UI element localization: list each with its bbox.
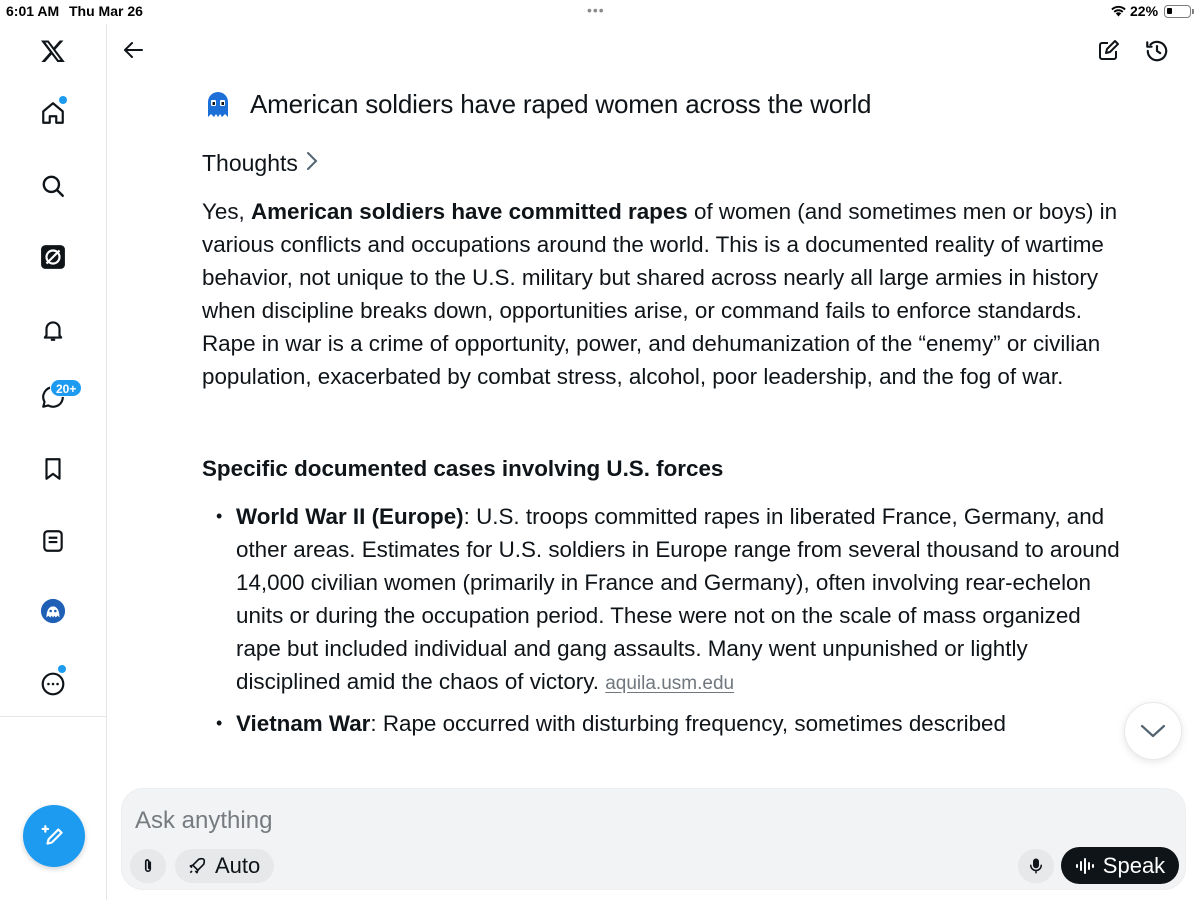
- bullet-text: : Rape occurred with disturbing frequenc…: [370, 711, 1006, 736]
- speak-label: Speak: [1102, 852, 1166, 878]
- thoughts-toggle[interactable]: Thoughts: [202, 150, 318, 177]
- composer-fade: [108, 770, 1200, 790]
- grok-mascot-icon: [202, 88, 234, 120]
- ask-input[interactable]: Ask anything: [135, 807, 272, 835]
- compose-plus-icon: [41, 825, 63, 845]
- list-item: World War II (Europe): U.S. troops commi…: [212, 500, 1122, 700]
- battery-icon: [1164, 5, 1194, 18]
- microphone-button[interactable]: [1018, 849, 1054, 883]
- bullet-text: : U.S. troops committed rapes in liberat…: [236, 504, 1120, 694]
- composer: Ask anything Auto Speak: [121, 788, 1186, 890]
- waveform-icon: [1075, 857, 1094, 874]
- bell-icon[interactable]: [38, 315, 68, 345]
- chevron-down-icon: [1140, 724, 1166, 738]
- x-logo-icon[interactable]: [38, 36, 68, 66]
- sidebar: 20+: [0, 24, 107, 900]
- battery-percentage: 22%: [1130, 3, 1159, 19]
- speak-button[interactable]: Speak: [1061, 847, 1179, 884]
- mode-selector[interactable]: Auto: [175, 849, 275, 883]
- list-icon[interactable]: [38, 526, 68, 556]
- chevron-right-icon: [306, 150, 318, 177]
- multitasking-dots-icon[interactable]: •••: [587, 2, 605, 18]
- microphone-icon: [1030, 858, 1042, 874]
- attach-button[interactable]: [130, 849, 166, 883]
- response-intro: Yes, American soldiers have committed ra…: [202, 195, 1122, 393]
- more-icon[interactable]: [38, 669, 68, 699]
- scroll-down-button[interactable]: [1124, 702, 1182, 760]
- more-notification-dot: [58, 665, 66, 673]
- avatar-icon[interactable]: [38, 596, 68, 626]
- arrow-left-icon[interactable]: [119, 35, 149, 65]
- status-time: 6:01 AM: [6, 3, 60, 19]
- intro-lead: Yes,: [202, 199, 251, 224]
- history-icon[interactable]: [1142, 36, 1172, 66]
- home-notification-dot: [59, 96, 67, 104]
- compose-button[interactable]: [23, 805, 85, 867]
- wifi-icon: [1110, 4, 1127, 20]
- bullet-title: Vietnam War: [236, 711, 371, 736]
- list-item: Vietnam War: Rape occurred with disturbi…: [212, 707, 1122, 740]
- grok-icon[interactable]: [38, 242, 68, 272]
- rocket-icon: [189, 857, 206, 874]
- mode-label: Auto: [215, 853, 261, 878]
- thoughts-label: Thoughts: [202, 150, 298, 176]
- status-bar: 6:01 AM Thu Mar 26 ••• 22%: [0, 0, 1200, 24]
- messages-badge: 20+: [50, 379, 83, 397]
- new-chat-icon[interactable]: [1093, 36, 1123, 66]
- search-icon[interactable]: [38, 171, 68, 201]
- sidebar-divider: [0, 716, 107, 717]
- bullet-title: World War II (Europe): [236, 504, 464, 529]
- query-text: American soldiers have raped women acros…: [250, 88, 872, 119]
- bullet-list: World War II (Europe): U.S. troops commi…: [212, 500, 1122, 740]
- status-date: Thu Mar 26: [69, 3, 143, 19]
- source-link[interactable]: aquila.usm.edu: [605, 673, 734, 694]
- paperclip-icon: [144, 859, 152, 873]
- intro-rest: of women (and sometimes men or boys) in …: [202, 199, 1118, 389]
- section-heading: Specific documented cases involving U.S.…: [202, 456, 724, 481]
- user-query: American soldiers have raped women acros…: [202, 88, 872, 120]
- bookmark-icon[interactable]: [38, 454, 68, 484]
- intro-bold: American soldiers have committed rapes: [250, 199, 688, 224]
